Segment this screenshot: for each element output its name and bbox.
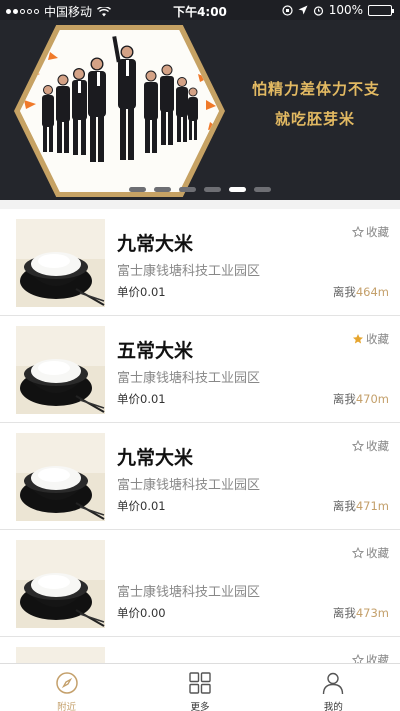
store-list[interactable]: 九常大米 富士康钱塘科技工业园区 单价0.01 收藏 离我464m 五常大米 富…: [0, 209, 400, 663]
distance: 离我464m: [332, 285, 389, 299]
store-address: 富士康钱塘科技工业园区: [117, 371, 261, 386]
user-icon: [323, 672, 344, 695]
banner-slogan-line1: 怕精力差体力不支: [251, 80, 380, 98]
favorite-label: 收藏: [366, 653, 389, 663]
store-list-item[interactable]: 富士康钱塘科技工业园区 单价0.00 收藏 离我473m: [0, 530, 400, 637]
rotation-lock-icon: [282, 4, 293, 16]
unit-price: 单价0.01: [117, 392, 166, 406]
banner-slogan-line2: 就吃胚芽米: [274, 110, 355, 128]
battery-icon: [368, 4, 394, 16]
rice-bowl-image: [16, 540, 105, 628]
distance: 离我470m: [332, 392, 389, 406]
bottom-tab-bar: 附近 更多 我的: [0, 663, 400, 711]
page-dot[interactable]: [254, 187, 271, 192]
rice-bowl-image: [16, 433, 105, 521]
tab-more-label: 更多: [190, 702, 210, 711]
tab-more[interactable]: 更多: [133, 664, 266, 711]
star-icon: [353, 334, 363, 344]
rice-bowl-image: [16, 326, 105, 414]
location-icon: [298, 5, 308, 15]
page-dot[interactable]: [229, 187, 246, 192]
favorite-button[interactable]: 收藏: [352, 438, 389, 454]
distance: 离我471m: [332, 499, 389, 513]
store-address: 富士康钱塘科技工业园区: [117, 585, 261, 600]
favorite-label: 收藏: [366, 439, 389, 453]
product-name: 九常大米: [117, 447, 194, 469]
status-bar: 中国移动 下午4:00 100%: [0, 0, 400, 20]
page-dot[interactable]: [154, 187, 171, 192]
banner-page-indicator[interactable]: [0, 187, 400, 192]
favorite-label: 收藏: [366, 332, 389, 346]
distance: 离我473m: [332, 606, 389, 620]
favorite-label: 收藏: [366, 546, 389, 560]
favorite-label: 收藏: [366, 225, 389, 239]
page-dot[interactable]: [129, 187, 146, 192]
store-address: 富士康钱塘科技工业园区: [117, 478, 261, 493]
store-list-item[interactable]: 五常大米 富士康钱塘科技工业园区 单价0.01 收藏 离我470m: [0, 316, 400, 423]
tab-mine[interactable]: 我的: [267, 664, 400, 711]
store-list-item[interactable]: 九常大米 富士康钱塘科技工业园区 单价0.01 收藏 离我464m: [0, 209, 400, 316]
favorite-button[interactable]: 收藏: [352, 652, 389, 663]
star-icon: [352, 654, 364, 663]
rice-bowl-image: [16, 219, 105, 307]
unit-price: 单价0.01: [117, 499, 166, 513]
grid-icon: [189, 672, 211, 694]
star-icon: [352, 440, 364, 452]
store-list-item[interactable]: 九常大米 富士康钱塘科技工业园区 单价0.01 收藏 离我471m: [0, 423, 400, 530]
status-right: 100%: [282, 3, 394, 17]
page-dot[interactable]: [204, 187, 221, 192]
page-dot[interactable]: [179, 187, 196, 192]
favorite-button[interactable]: 收藏: [352, 545, 389, 561]
store-list-item[interactable]: 收藏: [0, 637, 400, 663]
tab-nearby-label: 附近: [57, 702, 77, 711]
unit-price: 单价0.00: [117, 606, 166, 620]
banner-team-photo: [20, 30, 219, 192]
battery-percent: 100%: [328, 3, 363, 17]
rice-bowl-image: [16, 647, 105, 663]
promo-banner[interactable]: 怕精力差体力不支 就吃胚芽米: [0, 20, 400, 200]
product-name: 九常大米: [117, 233, 194, 255]
unit-price: 单价0.01: [117, 285, 166, 299]
star-icon: [352, 226, 364, 238]
store-address: 富士康钱塘科技工业园区: [117, 264, 261, 279]
tab-nearby[interactable]: 附近: [0, 664, 133, 711]
star-icon: [352, 547, 364, 559]
favorite-button[interactable]: 收藏: [352, 224, 389, 240]
compass-icon: [55, 672, 78, 694]
tab-mine-label: 我的: [323, 702, 343, 711]
product-name: 五常大米: [117, 340, 194, 362]
favorite-button[interactable]: 收藏: [352, 331, 389, 347]
alarm-icon: [313, 5, 323, 16]
